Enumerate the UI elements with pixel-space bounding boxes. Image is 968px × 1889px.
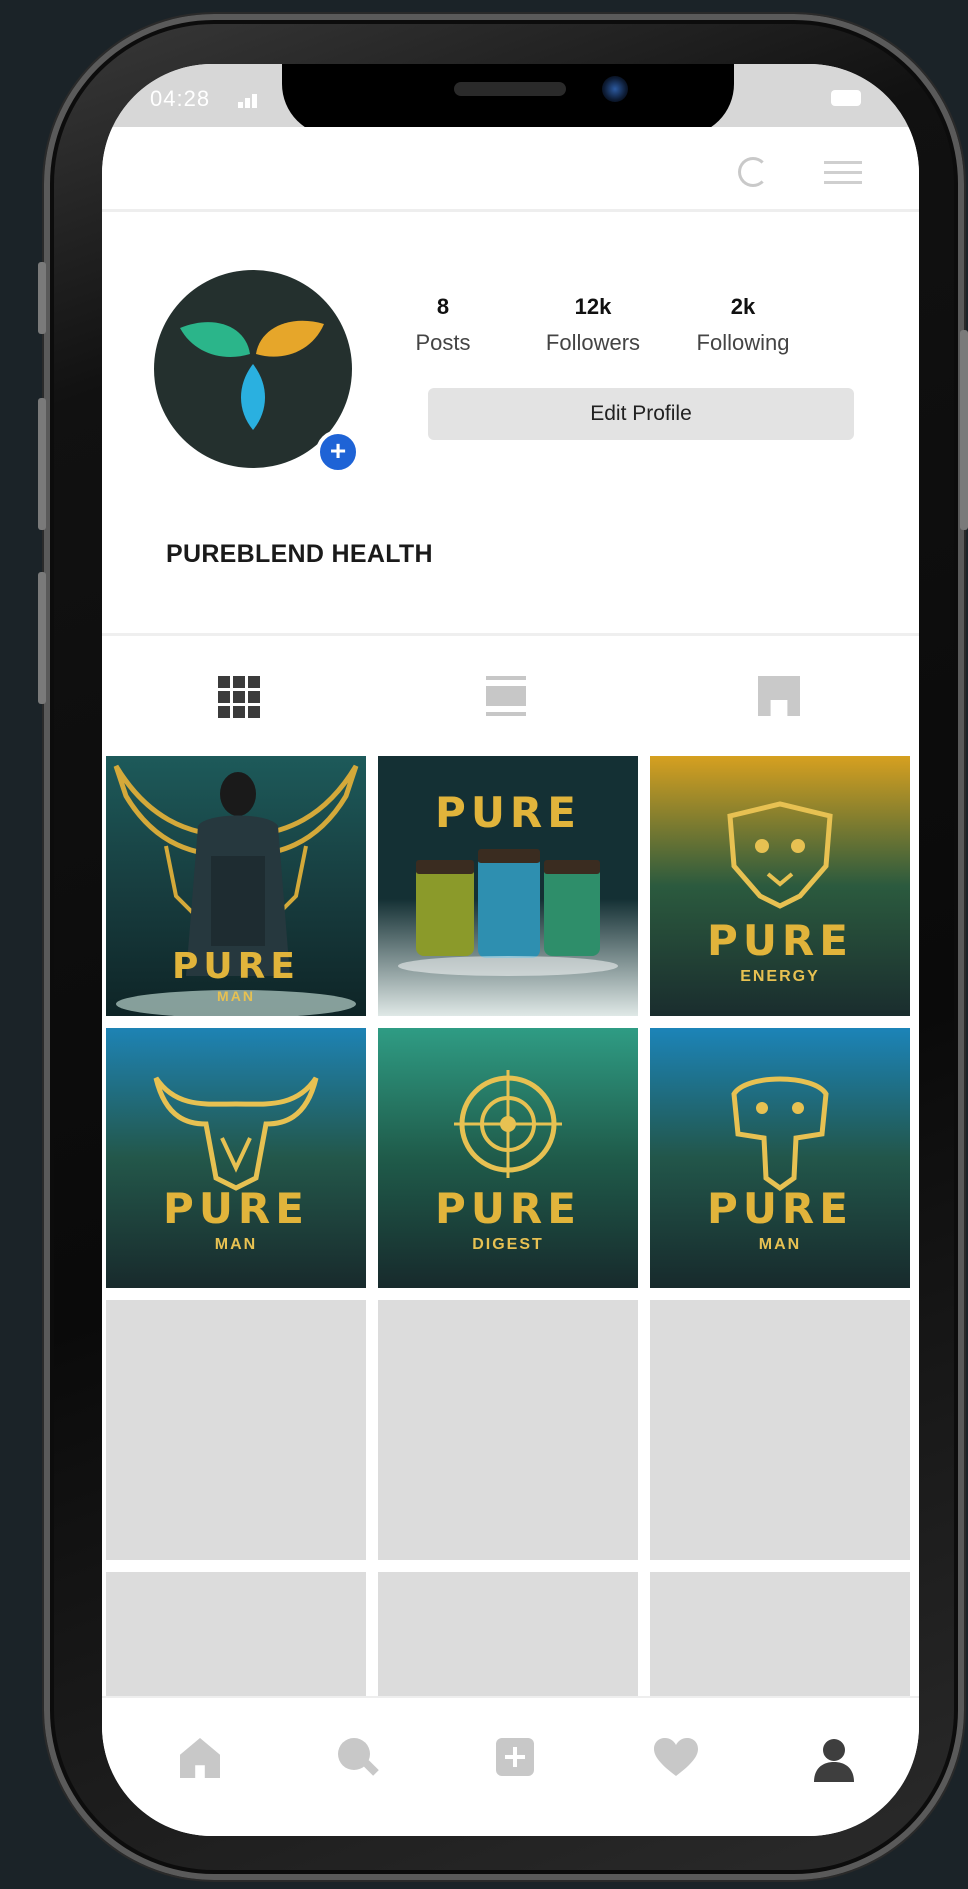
post-sub: DIGEST bbox=[472, 1236, 544, 1253]
followers-stat[interactable]: 12k Followers bbox=[528, 294, 658, 356]
post-sub: ENERGY bbox=[740, 968, 820, 985]
posts-label: Posts bbox=[415, 330, 471, 355]
grid-icon bbox=[218, 676, 260, 718]
refresh-icon[interactable] bbox=[738, 157, 768, 187]
profile-icon bbox=[814, 1739, 854, 1782]
volume-up-button bbox=[38, 398, 46, 530]
following-count: 2k bbox=[730, 294, 756, 319]
post-tile[interactable]: PURE MAN bbox=[106, 756, 366, 1016]
post-tile[interactable]: PURE MAN bbox=[650, 1028, 910, 1288]
post-tile[interactable]: PURE DIGEST bbox=[378, 1028, 638, 1288]
tab-grid[interactable] bbox=[218, 676, 260, 718]
edit-profile-button[interactable]: Edit Profile bbox=[428, 388, 854, 440]
followers-count: 12k bbox=[574, 294, 612, 319]
post-brand: PURE bbox=[163, 1184, 309, 1233]
battery-icon bbox=[831, 90, 861, 106]
nav-profile[interactable] bbox=[814, 1738, 856, 1782]
post-placeholder[interactable] bbox=[378, 1300, 638, 1560]
post-brand: PURE bbox=[707, 1184, 853, 1233]
following-label: Following bbox=[696, 330, 790, 355]
post-sub: MAN bbox=[217, 988, 255, 1004]
post-sub: MAN bbox=[214, 1236, 258, 1253]
feed-icon bbox=[486, 676, 526, 716]
post-placeholder[interactable] bbox=[650, 1300, 910, 1560]
volume-down-button bbox=[38, 572, 46, 704]
post-tile[interactable]: PURE MAN bbox=[106, 1028, 366, 1288]
post-placeholder[interactable] bbox=[650, 1572, 910, 1696]
post-placeholder[interactable] bbox=[106, 1572, 366, 1696]
nav-activity[interactable] bbox=[654, 1738, 698, 1780]
search-icon bbox=[338, 1738, 370, 1770]
notch bbox=[282, 64, 734, 136]
speaker bbox=[454, 82, 566, 96]
mute-switch bbox=[38, 262, 46, 334]
post-sub: MAN bbox=[758, 1236, 802, 1253]
post-tile[interactable]: PURE bbox=[378, 756, 638, 1016]
post-brand: PURE bbox=[435, 1184, 581, 1233]
add-story-icon[interactable]: + bbox=[316, 430, 360, 474]
tab-tagged[interactable] bbox=[758, 676, 800, 718]
posts-count: 8 bbox=[436, 294, 450, 319]
power-button bbox=[960, 330, 968, 530]
profile-name: PUREBLEND HEALTH bbox=[166, 540, 433, 568]
following-stat[interactable]: 2k Following bbox=[678, 294, 808, 356]
nav-search[interactable] bbox=[338, 1738, 380, 1780]
menu-icon[interactable] bbox=[824, 161, 862, 185]
post-tile[interactable]: PURE ENERGY bbox=[650, 756, 910, 1016]
followers-label: Followers bbox=[545, 330, 641, 355]
product-jars-graphic bbox=[398, 849, 618, 976]
top-nav bbox=[102, 127, 919, 212]
phone-screen: 04:28 + 8 Posts 12k Followers 2k Followi… bbox=[102, 64, 919, 1836]
nav-add-post[interactable] bbox=[496, 1738, 538, 1780]
camera-icon bbox=[602, 76, 628, 102]
home-icon bbox=[180, 1738, 220, 1778]
post-brand: PURE bbox=[172, 946, 300, 987]
post-placeholder[interactable] bbox=[106, 1300, 366, 1560]
nav-home[interactable] bbox=[180, 1738, 222, 1780]
bottom-nav bbox=[102, 1696, 919, 1836]
posts-stat[interactable]: 8 Posts bbox=[378, 294, 508, 356]
tagged-icon bbox=[758, 676, 800, 716]
post-placeholder[interactable] bbox=[378, 1572, 638, 1696]
add-post-icon bbox=[496, 1738, 534, 1776]
tab-feed[interactable] bbox=[486, 676, 528, 718]
profile-tabs bbox=[102, 633, 919, 751]
signal-icon bbox=[238, 92, 262, 108]
status-time: 04:28 bbox=[150, 86, 211, 111]
heart-icon bbox=[654, 1738, 698, 1776]
post-brand: PURE bbox=[707, 916, 853, 965]
